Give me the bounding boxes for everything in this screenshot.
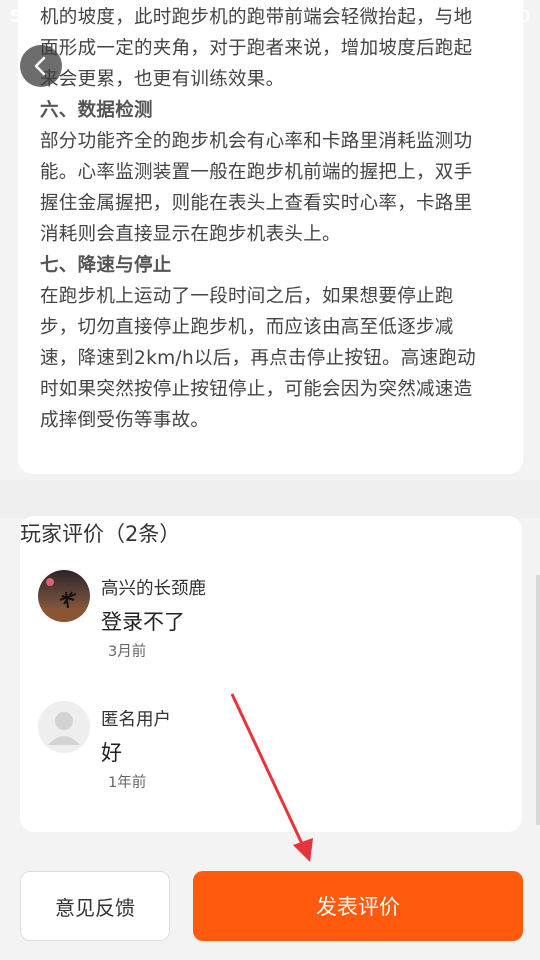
post-review-button[interactable]: 发表评价	[193, 871, 523, 941]
review-item[interactable]: 匿名用户 好 1年前	[38, 701, 498, 811]
review-item[interactable]: 高兴的长颈鹿 登录不了 3月前	[38, 570, 498, 680]
article-line: 面形成一定的夹角，对于跑者来说，增加坡度后跑起	[40, 38, 473, 59]
back-button[interactable]	[20, 45, 62, 87]
review-author: 高兴的长颈鹿	[101, 579, 206, 599]
review-text: 好	[101, 741, 122, 765]
article-body: 机的坡度，此时跑步机的跑带前端会轻微抬起，与地 面形成一定的夹角，对于跑者来说，增…	[40, 2, 501, 436]
avatar[interactable]	[38, 570, 90, 622]
default-user-icon	[38, 701, 90, 753]
article-line: 机的坡度，此时跑步机的跑带前端会轻微抬起，与地	[40, 7, 473, 28]
avatar[interactable]	[38, 701, 90, 753]
review-time: 3月前	[108, 644, 147, 660]
article-line: 消耗则会直接显示在跑步机表头上。	[40, 224, 341, 245]
section-heading: 七、降速与停止	[40, 255, 172, 276]
review-text: 登录不了	[101, 610, 185, 634]
article-line: 时如果突然按停止按钮停止，可能会因为突然减速造	[40, 379, 473, 400]
article-line: 部分功能齐全的跑步机会有心率和卡路里消耗监测功	[40, 131, 473, 152]
section-heading: 六、数据检测	[40, 100, 153, 121]
scrollbar[interactable]	[536, 575, 540, 825]
section-divider	[0, 480, 540, 518]
article-line: 速，降速到2km/h以后，再点击停止按钮。高速跑动	[40, 348, 476, 369]
review-time: 1年前	[108, 775, 147, 791]
article-line: 步，切勿直接停止跑步机，而应该由高至低逐步减	[40, 317, 454, 338]
article-line: 能。心率监测装置一般在跑步机前端的握把上，双手	[40, 162, 473, 183]
article-line: 来会更累，也更有训练效果。	[40, 69, 285, 90]
article-line: 成摔倒受伤等事故。	[40, 410, 210, 431]
feedback-button[interactable]: 意见反馈	[20, 871, 170, 941]
article-line: 握住金属握把，则能在表头上查看实时心率，卡路里	[40, 193, 473, 214]
photo-avatar-icon	[38, 570, 90, 622]
chevron-left-icon	[34, 56, 46, 76]
review-author: 匿名用户	[101, 710, 171, 730]
article-line: 在跑步机上运动了一段时间之后，如果想要停止跑	[40, 286, 454, 307]
article-card: 机的坡度，此时跑步机的跑带前端会轻微抬起，与地 面形成一定的夹角，对于跑者来说，增…	[18, 0, 523, 474]
reviews-title: 玩家评价（2条）	[20, 522, 181, 546]
